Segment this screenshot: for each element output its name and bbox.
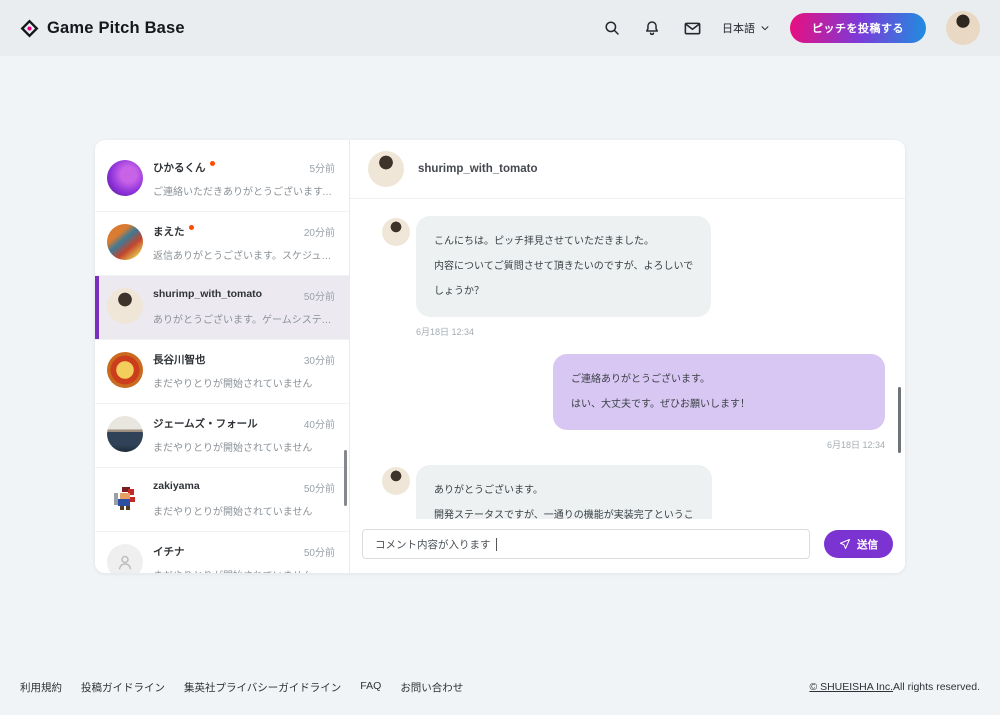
chat-list-item-hikarukun[interactable]: ひかるくん 5分前 ご連絡いただきありがとうございます。… [95, 148, 349, 212]
send-button-label: 送信 [857, 537, 878, 552]
chat-name: まえた [153, 224, 185, 239]
chat-list-item-maeta[interactable]: まえた 20分前 返信ありがとうございます。スケジュー… [95, 212, 349, 276]
logo-diamond-icon [20, 19, 39, 38]
message-timestamp: 6月18日 12:34 [416, 325, 711, 338]
sender-avatar [382, 218, 410, 246]
chevron-down-icon [760, 23, 770, 33]
chat-list-item-shurimp-selected[interactable]: shurimp_with_tomato 50分前 ありがとうございます。ゲームシ… [95, 276, 349, 340]
page-footer: 利用規約 投稿ガイドライン 集英社プライバシーガイドライン FAQ お問い合わせ… [0, 659, 1000, 715]
default-avatar-icon [107, 544, 143, 573]
comment-composer: コメント内容が入ります 送信 [350, 519, 905, 573]
language-label: 日本語 [722, 20, 755, 36]
conversation-scrollbar[interactable] [898, 387, 901, 453]
chat-time: 50分前 [304, 544, 335, 559]
chat-name: zakiyama [153, 480, 200, 492]
chat-preview: ありがとうございます。ゲームシステム… [153, 311, 335, 326]
language-selector[interactable]: 日本語 [722, 20, 770, 36]
chat-time: 20分前 [304, 224, 335, 239]
text-cursor [496, 538, 497, 551]
chat-name: 長谷川智也 [153, 352, 206, 367]
message-bubble: こんにちは。ピッチ拝見させていただきました。 内容についてご質問させて頂きたいの… [416, 216, 711, 317]
chat-preview: まだやりとりが開始されていません [153, 503, 335, 518]
messages-mail-icon[interactable] [682, 18, 702, 38]
message-history: こんにちは。ピッチ拝見させていただきました。 内容についてご質問させて頂きたいの… [350, 199, 905, 573]
footer-link-terms[interactable]: 利用規約 [20, 680, 62, 695]
footer-link-contact[interactable]: お問い合わせ [400, 680, 463, 695]
messaging-card: ひかるくん 5分前 ご連絡いただきありがとうございます。… まえた 20分前 返… [95, 140, 905, 573]
partner-avatar [368, 151, 404, 187]
chat-time: 40分前 [304, 416, 335, 431]
avatar [107, 288, 143, 324]
chat-preview: まだやりとりが開始されていません [153, 567, 335, 573]
unread-dot [189, 225, 194, 230]
footer-links: 利用規約 投稿ガイドライン 集英社プライバシーガイドライン FAQ お問い合わせ [20, 680, 463, 695]
chat-list-item-ichina[interactable]: イチナ 50分前 まだやりとりが開始されていません [95, 532, 349, 573]
user-avatar[interactable] [946, 11, 980, 45]
sender-avatar [382, 467, 410, 495]
notifications-bell-icon[interactable] [642, 18, 662, 38]
conversation-header: shurimp_with_tomato [350, 140, 905, 199]
avatar [107, 224, 143, 260]
copyright-link[interactable]: © SHUEISHA Inc. [809, 681, 893, 693]
chat-preview: まだやりとりが開始されていません [153, 375, 335, 390]
send-button[interactable]: 送信 [824, 530, 893, 558]
chat-list-item-hasegawa[interactable]: 長谷川智也 30分前 まだやりとりが開始されていません [95, 340, 349, 404]
unread-dot [210, 161, 215, 166]
footer-link-posting-guidelines[interactable]: 投稿ガイドライン [81, 680, 165, 695]
chat-time: 5分前 [309, 160, 335, 175]
avatar [107, 352, 143, 388]
search-icon[interactable] [602, 18, 622, 38]
logo-text: Game Pitch Base [47, 19, 185, 38]
avatar [107, 480, 143, 516]
send-paper-plane-icon [839, 538, 851, 550]
chat-list-item-zakiyama[interactable]: zakiyama 50分前 まだやりとりが開始されていません [95, 468, 349, 532]
chat-name: shurimp_with_tomato [153, 288, 262, 300]
chat-list: ひかるくん 5分前 ご連絡いただきありがとうございます。… まえた 20分前 返… [95, 140, 350, 573]
avatar [107, 416, 143, 452]
footer-link-faq[interactable]: FAQ [360, 680, 381, 695]
copyright-text: All rights reserved. [893, 681, 980, 693]
message-incoming: こんにちは。ピッチ拝見させていただきました。 内容についてご質問させて頂きたいの… [382, 216, 885, 338]
comment-input-value: コメント内容が入ります [375, 537, 491, 552]
message-timestamp: 6月18日 12:34 [827, 438, 885, 451]
footer-link-privacy-guidelines[interactable]: 集英社プライバシーガイドライン [184, 680, 341, 695]
logo[interactable]: Game Pitch Base [20, 19, 185, 38]
message-bubble: ご連絡ありがとうございます。 はい、大丈夫です。ぜひお願いします！ [553, 354, 885, 430]
chat-time: 50分前 [304, 288, 335, 303]
chat-list-item-james[interactable]: ジェームズ・フォール 40分前 まだやりとりが開始されていません [95, 404, 349, 468]
post-pitch-button[interactable]: ピッチを投稿する [790, 13, 926, 43]
chat-list-scrollbar[interactable] [344, 450, 347, 506]
chat-preview: ご連絡いただきありがとうございます。… [153, 183, 335, 198]
chat-name: ひかるくん [153, 160, 206, 175]
top-navigation-bar: Game Pitch Base 日本語 ピッチを投稿する [0, 0, 1000, 56]
comment-input[interactable]: コメント内容が入ります [362, 529, 810, 559]
chat-time: 30分前 [304, 352, 335, 367]
chat-preview: 返信ありがとうございます。スケジュー… [153, 247, 335, 262]
partner-name: shurimp_with_tomato [418, 163, 537, 175]
avatar [107, 160, 143, 196]
chat-name: イチナ [153, 544, 185, 559]
copyright-notice: © SHUEISHA Inc.All rights reserved. [809, 681, 980, 693]
message-outgoing: ご連絡ありがとうございます。 はい、大丈夫です。ぜひお願いします！ 6月18日 … [382, 354, 885, 451]
chat-preview: まだやりとりが開始されていません [153, 439, 335, 454]
chat-time: 50分前 [304, 480, 335, 495]
chat-name: ジェームズ・フォール [153, 416, 258, 431]
conversation-pane: shurimp_with_tomato こんにちは。ピッチ拝見させていただきまし… [350, 140, 905, 573]
